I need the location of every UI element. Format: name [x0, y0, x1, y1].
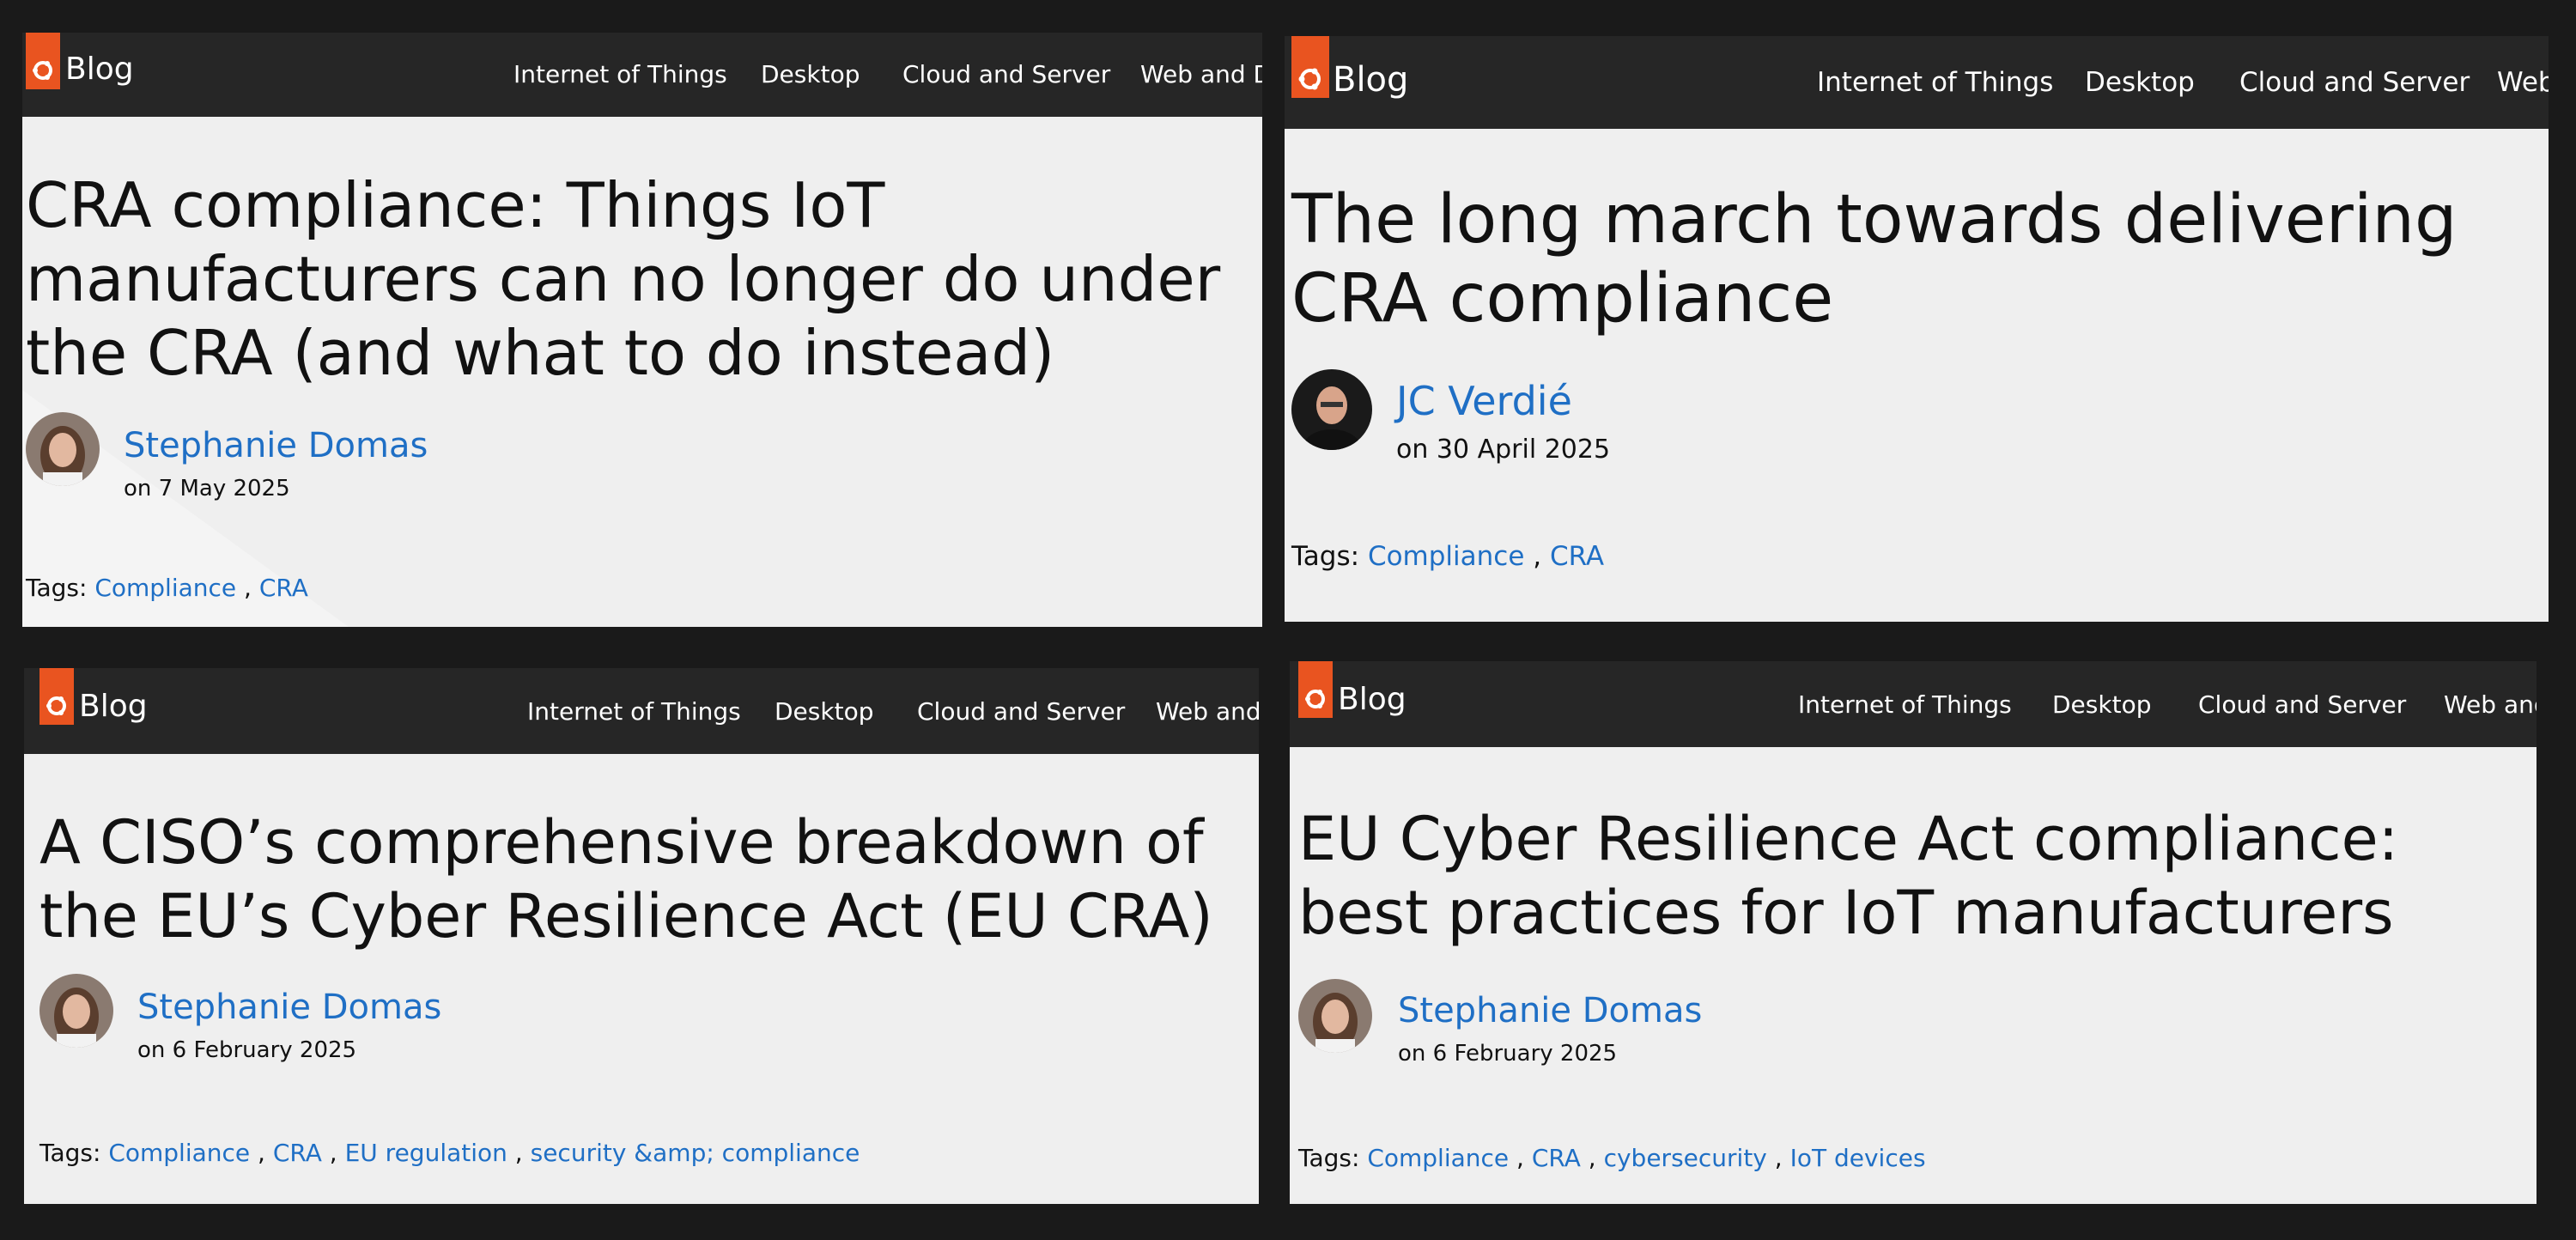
- tags-label: Tags:: [1298, 1144, 1360, 1172]
- nav-item-web-devices[interactable]: Web and Devices: [1140, 60, 1262, 88]
- author-avatar[interactable]: [26, 412, 100, 486]
- blog-post-card: Blog Internet of Things Desktop Cloud an…: [1285, 36, 2549, 622]
- post-date: on 7 May 2025: [124, 476, 290, 501]
- tag-link[interactable]: CRA: [259, 574, 308, 602]
- nav-item-iot[interactable]: Internet of Things: [1798, 690, 2012, 719]
- post-content: A CISO’s comprehensive breakdown of the …: [24, 754, 1259, 1204]
- tags-row: Tags: Compliance , CRA: [26, 574, 308, 602]
- tags-row: Tags: Compliance , CRA , cybersecurity ,…: [1298, 1144, 1926, 1172]
- tag-link[interactable]: CRA: [1532, 1144, 1581, 1172]
- tag-link[interactable]: CRA: [1550, 541, 1604, 572]
- tag-link[interactable]: security &amp; compliance: [531, 1139, 860, 1167]
- top-navbar: Blog Internet of Things Desktop Cloud an…: [22, 33, 1262, 117]
- nav-item-cloud-server[interactable]: Cloud and Server: [2198, 690, 2406, 719]
- brand-name[interactable]: Blog: [1333, 60, 1408, 100]
- brand-name[interactable]: Blog: [1338, 682, 1406, 717]
- tag-link[interactable]: cybersecurity: [1604, 1144, 1767, 1172]
- tag-link[interactable]: Compliance: [1368, 541, 1524, 572]
- author-avatar[interactable]: [39, 974, 113, 1048]
- nav-item-cloud-server[interactable]: Cloud and Server: [917, 697, 1125, 726]
- post-date: on 30 April 2025: [1396, 435, 1611, 465]
- nav-item-iot[interactable]: Internet of Things: [527, 697, 741, 726]
- brand-name[interactable]: Blog: [65, 52, 134, 87]
- nav-item-desktop[interactable]: Desktop: [2052, 690, 2151, 719]
- nav-item-desktop[interactable]: Desktop: [2085, 67, 2195, 98]
- post-content: CRA compliance: Things IoT manufacturers…: [22, 117, 1262, 627]
- author-link[interactable]: Stephanie Domas: [124, 426, 428, 465]
- post-title[interactable]: A CISO’s comprehensive breakdown of the …: [39, 805, 1259, 953]
- tags-row: Tags: Compliance , CRA: [1291, 541, 1605, 572]
- nav-item-desktop[interactable]: Desktop: [761, 60, 860, 88]
- post-title[interactable]: EU Cyber Resilience Act compliance: best…: [1298, 802, 2535, 950]
- nav-item-iot[interactable]: Internet of Things: [513, 60, 727, 88]
- post-title[interactable]: CRA compliance: Things IoT manufacturers…: [26, 168, 1254, 390]
- top-navbar: Blog Internet of Things Desktop Cloud an…: [1285, 36, 2549, 129]
- tags-label: Tags:: [39, 1139, 101, 1167]
- ubuntu-logo-icon[interactable]: [1291, 36, 1329, 98]
- post-date: on 6 February 2025: [1398, 1041, 1618, 1067]
- author-avatar[interactable]: [1291, 369, 1372, 450]
- tag-link[interactable]: IoT devices: [1790, 1144, 1926, 1172]
- tags-row: Tags: Compliance , CRA , EU regulation ,…: [39, 1139, 860, 1167]
- nav-item-desktop[interactable]: Desktop: [775, 697, 873, 726]
- blog-post-card: Blog Internet of Things Desktop Cloud an…: [24, 668, 1259, 1204]
- author-link[interactable]: JC Verdié: [1396, 378, 1572, 424]
- blog-post-card: Blog Internet of Things Desktop Cloud an…: [1290, 661, 2537, 1204]
- author-avatar[interactable]: [1298, 979, 1372, 1053]
- nav-item-iot[interactable]: Internet of Things: [1817, 67, 2053, 98]
- tag-link[interactable]: Compliance: [1367, 1144, 1509, 1172]
- blog-post-card: Blog Internet of Things Desktop Cloud an…: [22, 33, 1262, 627]
- post-date: on 6 February 2025: [137, 1037, 357, 1063]
- author-link[interactable]: Stephanie Domas: [137, 988, 441, 1027]
- tag-link[interactable]: EU regulation: [345, 1139, 507, 1167]
- post-content: The long march towards delivering CRA co…: [1285, 129, 2549, 622]
- tags-label: Tags:: [1291, 541, 1360, 572]
- tag-link[interactable]: Compliance: [108, 1139, 250, 1167]
- post-content: EU Cyber Resilience Act compliance: best…: [1290, 747, 2537, 1204]
- nav-item-web-devices[interactable]: Web and Devices: [2444, 690, 2537, 719]
- nav-item-cloud-server[interactable]: Cloud and Server: [902, 60, 1110, 88]
- nav-item-cloud-server[interactable]: Cloud and Server: [2239, 67, 2470, 98]
- tag-link[interactable]: Compliance: [94, 574, 236, 602]
- tags-label: Tags:: [26, 574, 88, 602]
- ubuntu-logo-icon[interactable]: [39, 668, 74, 725]
- author-link[interactable]: Stephanie Domas: [1398, 991, 1702, 1030]
- nav-item-web-devices[interactable]: Web and Devices: [2497, 67, 2549, 98]
- brand-name[interactable]: Blog: [79, 689, 148, 724]
- post-title[interactable]: The long march towards delivering CRA co…: [1291, 180, 2545, 338]
- ubuntu-logo-icon[interactable]: [26, 33, 60, 89]
- ubuntu-logo-icon[interactable]: [1298, 661, 1333, 718]
- top-navbar: Blog Internet of Things Desktop Cloud an…: [24, 668, 1259, 754]
- top-navbar: Blog Internet of Things Desktop Cloud an…: [1290, 661, 2537, 747]
- tag-link[interactable]: CRA: [273, 1139, 322, 1167]
- nav-item-web-devices[interactable]: Web and Devices: [1156, 697, 1259, 726]
